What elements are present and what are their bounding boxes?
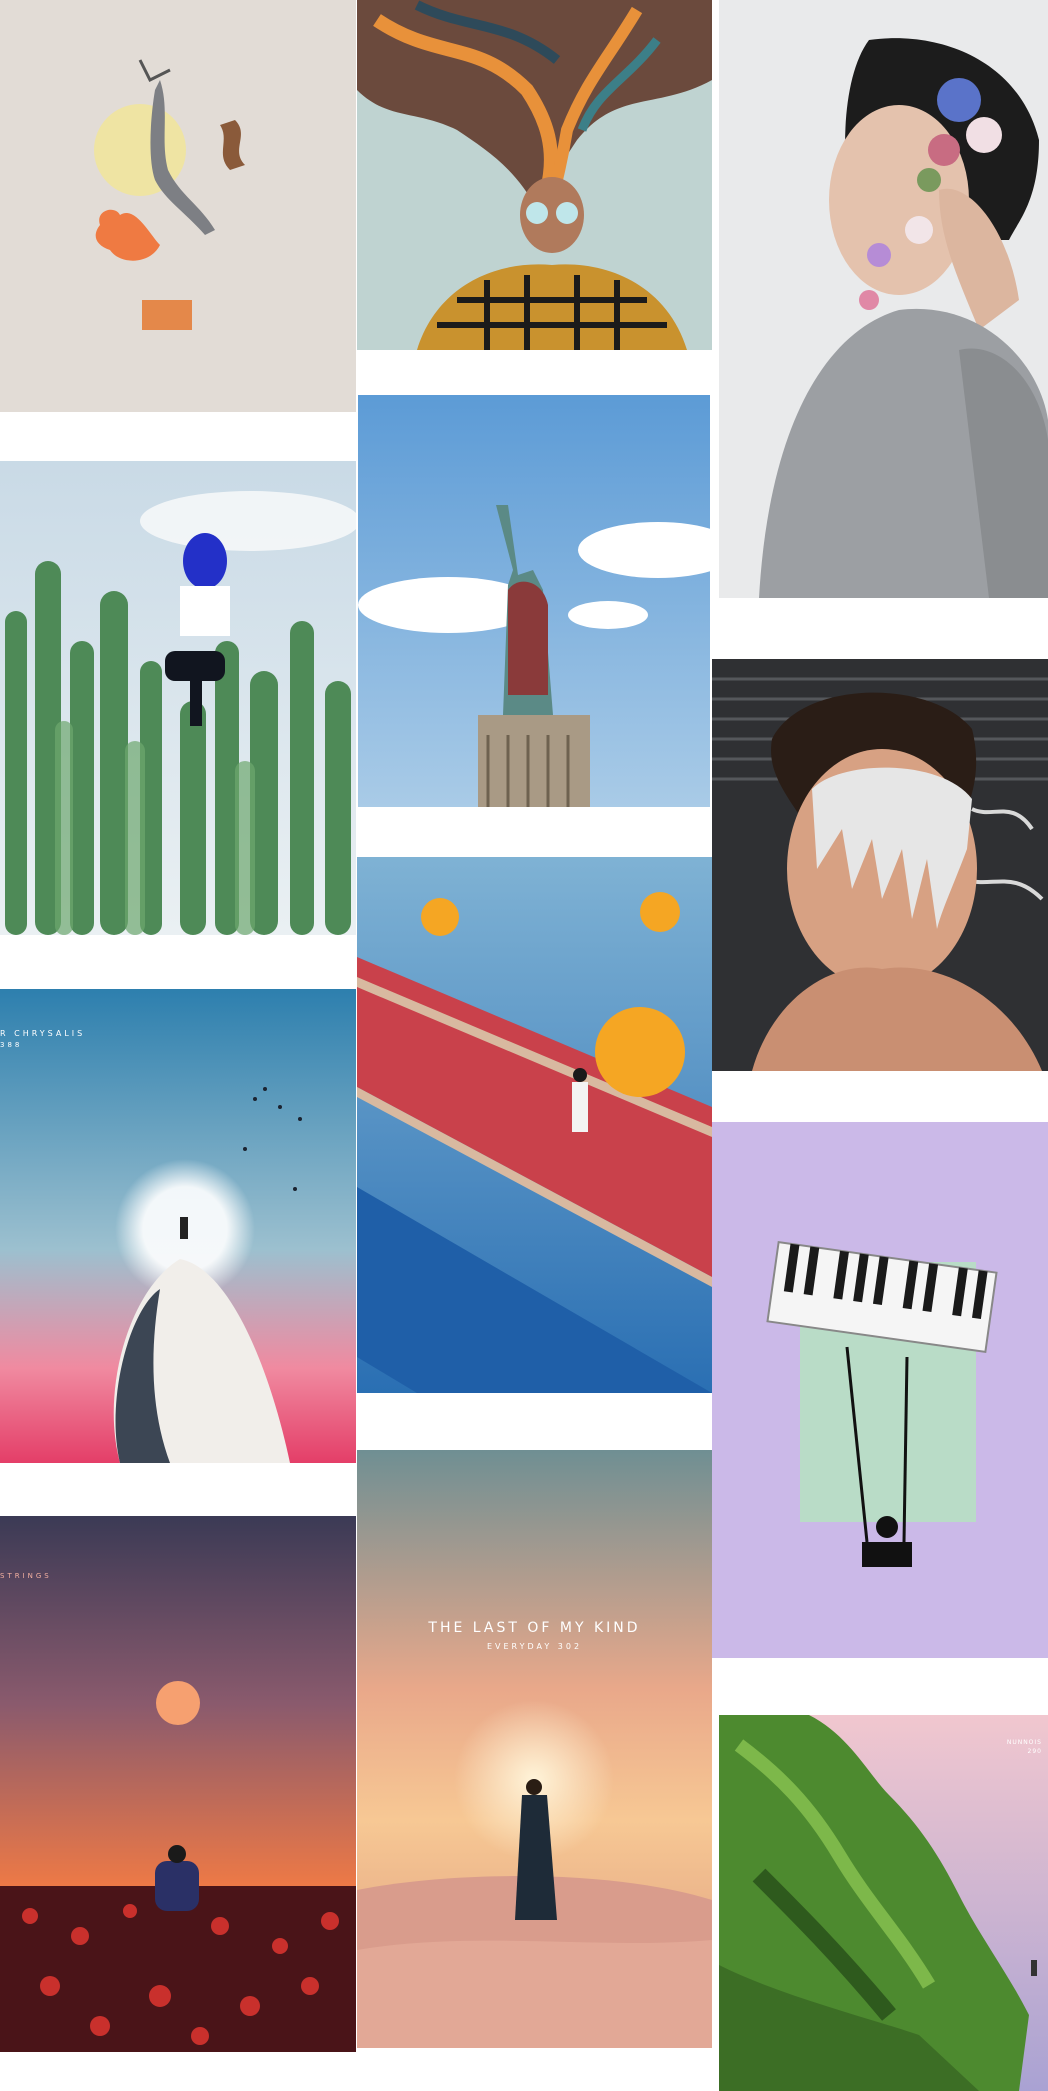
- gallery-tile-statue-of-liberty[interactable]: [358, 395, 710, 807]
- piano-swing-image: [712, 1122, 1048, 1658]
- statue-of-liberty-image: [358, 395, 710, 807]
- gallery-tile-piano-swing[interactable]: [712, 1122, 1048, 1658]
- last-of-my-kind-image: [357, 1450, 712, 2048]
- cactus-balloon-image: [0, 461, 356, 935]
- gallery-tile-melting-face[interactable]: [712, 659, 1048, 1071]
- chrysalis-title: R CHRYSALIS: [0, 1029, 86, 1038]
- flower-face-portrait-image: [719, 0, 1048, 598]
- gallery-tile-strings-sunset[interactable]: STRINGS: [0, 1516, 356, 2052]
- gallery-tile-cliff-island[interactable]: NUNNOIS 290: [719, 1715, 1048, 2091]
- cliff-island-image: [719, 1715, 1048, 2091]
- last-of-my-kind-subtitle: EVERYDAY 302: [486, 1642, 583, 1651]
- gallery-tile-cactus-balloon[interactable]: [0, 461, 356, 935]
- dancer-collage-image: [0, 0, 356, 412]
- red-carpet-orbs-image: [357, 857, 712, 1393]
- gallery-tile-last-of-my-kind[interactable]: THE LAST OF MY KIND EVERYDAY 302: [357, 1450, 712, 2048]
- gallery-tile-flowing-hair-portrait[interactable]: [357, 0, 712, 350]
- chrysalis-subtitle: 388: [0, 1041, 23, 1049]
- strings-sunset-image: [0, 1516, 356, 2052]
- last-of-my-kind-title: THE LAST OF MY KIND: [428, 1620, 641, 1636]
- strings-title: STRINGS: [0, 1572, 52, 1580]
- flowing-hair-portrait-image: [357, 0, 712, 350]
- gallery-tile-dancer-collage[interactable]: [0, 0, 356, 412]
- gallery-tile-flower-face-portrait[interactable]: [719, 0, 1048, 598]
- chrysalis-ghost-image: [0, 989, 356, 1463]
- cliff-island-subtitle: 290: [1027, 1748, 1042, 1755]
- cliff-island-title: NUNNOIS: [1006, 1739, 1042, 1746]
- gallery-tile-chrysalis-ghost[interactable]: R CHRYSALIS 388: [0, 989, 356, 1463]
- gallery-tile-red-carpet-orbs[interactable]: [357, 857, 712, 1393]
- melting-face-image: [712, 659, 1048, 1071]
